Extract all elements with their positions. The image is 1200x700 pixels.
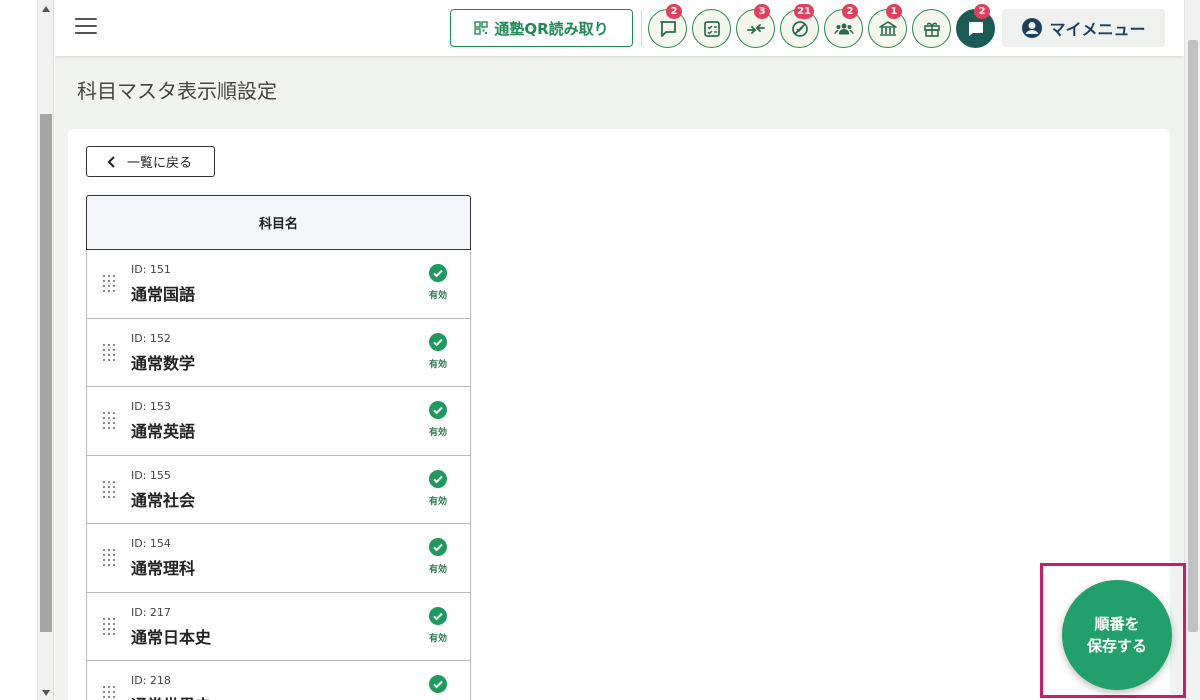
- scroll-up-arrow-icon[interactable]: [42, 6, 50, 12]
- table-row[interactable]: ID: 218 通常世界史 有効: [86, 661, 471, 700]
- check-circle-icon: [429, 332, 447, 351]
- gift-button[interactable]: [912, 9, 951, 48]
- table-row[interactable]: ID: 153 通常英語 有効: [86, 387, 471, 456]
- message-icon: [968, 21, 983, 36]
- scroll-down-arrow-icon[interactable]: [42, 690, 50, 696]
- group-icon: [834, 23, 853, 34]
- status-label: 有効: [428, 565, 447, 575]
- notification-badge: 1: [886, 4, 902, 19]
- check-circle-icon: [429, 264, 447, 282]
- subject-name: 通常世界史: [131, 692, 211, 700]
- subject-id: ID: 155: [131, 468, 171, 482]
- subject-name: 通常社会: [131, 490, 196, 510]
- save-order-button[interactable]: 順番を 保存する: [1062, 580, 1172, 690]
- page-title: 科目マスタ表示順設定: [77, 79, 277, 103]
- subject-id: ID: 153: [131, 400, 171, 413]
- table-row[interactable]: ID: 154 通常理科 有効: [86, 524, 471, 593]
- chat-bubble-button[interactable]: 2: [648, 4, 687, 48]
- page-scrollbar-thumb[interactable]: [1188, 40, 1198, 632]
- subject-id: ID: 152: [131, 331, 171, 345]
- my-menu-button[interactable]: マイメニュー: [1002, 9, 1165, 47]
- page-scrollbar[interactable]: [1184, 0, 1200, 700]
- subject-id: ID: 154: [131, 537, 171, 550]
- school-building-button[interactable]: 1: [868, 4, 907, 48]
- status-badge: 有効: [425, 264, 451, 301]
- chevron-left-icon: [107, 155, 115, 168]
- table-row[interactable]: ID: 151 通常国語 有効: [86, 250, 471, 319]
- content-card: 一覧に戻る 科目名 ID: 151 通常国語 有効 ID: 152 通常数学 有…: [68, 129, 1170, 700]
- message-button[interactable]: 2: [956, 4, 995, 48]
- drag-handle-icon[interactable]: [103, 617, 115, 635]
- checklist-button[interactable]: [692, 9, 731, 48]
- header-divider: [641, 10, 642, 46]
- qr-code-icon: [474, 21, 489, 35]
- arrows-in-button[interactable]: 3: [736, 4, 775, 48]
- save-order-label-line2: 保存する: [1086, 637, 1147, 655]
- back-to-list-button[interactable]: 一覧に戻る: [86, 146, 215, 177]
- subject-name: 通常英語: [131, 422, 196, 441]
- gift-icon: [923, 22, 940, 37]
- drag-handle-icon[interactable]: [103, 549, 115, 566]
- subject-name: 通常数学: [131, 353, 196, 373]
- top-header: 通塾QR読み取り 2 3 21 2 1 2 マイメニュー: [55, 0, 1184, 56]
- qr-scan-button[interactable]: 通塾QR読み取り: [450, 9, 633, 47]
- check-circle-icon: [429, 606, 447, 625]
- status-badge: 有効: [425, 606, 451, 644]
- school-building-icon: [878, 20, 897, 36]
- status-label: 有効: [428, 496, 447, 507]
- subject-order-table: 科目名 ID: 151 通常国語 有効 ID: 152 通常数学 有効 ID: …: [86, 195, 471, 700]
- check-circle-icon: [429, 469, 447, 488]
- status-label: 有効: [428, 428, 447, 438]
- status-badge: 有効: [425, 675, 451, 700]
- subject-id: ID: 217: [131, 605, 171, 619]
- browser-left-strip: [0, 0, 38, 700]
- account-circle-icon: [1022, 18, 1043, 38]
- table-row[interactable]: ID: 152 通常数学 有効: [86, 318, 471, 387]
- drag-handle-icon[interactable]: [103, 412, 115, 429]
- chat-bubble-icon: [659, 20, 676, 37]
- column-header-subject-name: 科目名: [258, 217, 298, 232]
- status-label: 有効: [428, 291, 447, 301]
- notification-badge: 2: [666, 4, 682, 19]
- my-menu-label: マイメニュー: [1049, 20, 1146, 39]
- arrows-in-icon: [746, 23, 765, 34]
- subject-name: 通常理科: [131, 559, 196, 578]
- check-circle-icon: [429, 538, 447, 556]
- subject-name: 通常日本史: [131, 627, 212, 647]
- status-badge: 有効: [425, 332, 451, 370]
- app-main: 通塾QR読み取り 2 3 21 2 1 2 マイメニュー 科目マスタ表示順設定 …: [55, 0, 1184, 700]
- scrollbar-thumb[interactable]: [40, 114, 52, 632]
- table-row[interactable]: ID: 155 通常社会 有効: [86, 455, 471, 524]
- status-label: 有効: [428, 633, 447, 644]
- status-label: 有効: [428, 359, 447, 370]
- subject-id: ID: 151: [131, 263, 171, 276]
- notification-badge: 21: [794, 4, 814, 19]
- table-header: 科目名: [86, 195, 471, 250]
- back-to-list-label: 一覧に戻る: [127, 156, 193, 171]
- no-entry-button[interactable]: 21: [780, 4, 819, 48]
- drag-handle-icon[interactable]: [103, 480, 115, 498]
- drag-handle-icon[interactable]: [103, 275, 115, 292]
- drag-handle-icon[interactable]: [103, 343, 115, 361]
- no-entry-icon: [791, 20, 808, 37]
- status-badge: 有効: [425, 538, 451, 575]
- subject-id: ID: 218: [131, 674, 171, 687]
- status-badge: 有効: [425, 401, 451, 438]
- table-row[interactable]: ID: 217 通常日本史 有効: [86, 592, 471, 661]
- subject-name: 通常国語: [131, 285, 196, 304]
- checklist-icon: [703, 20, 720, 37]
- notification-badge: 2: [842, 4, 858, 19]
- sidebar-scrollbar[interactable]: [38, 0, 54, 700]
- check-circle-icon: [429, 401, 447, 419]
- drag-handle-icon[interactable]: [103, 686, 115, 700]
- save-order-label-line1: 順番を: [1094, 615, 1140, 633]
- status-badge: 有効: [425, 469, 451, 507]
- notification-badge: 3: [754, 4, 770, 19]
- qr-scan-label: 通塾QR読み取り: [494, 19, 609, 38]
- hamburger-menu-icon[interactable]: [75, 18, 97, 36]
- group-button[interactable]: 2: [824, 4, 863, 48]
- check-circle-icon: [429, 675, 447, 693]
- notification-badge: 2: [974, 4, 990, 19]
